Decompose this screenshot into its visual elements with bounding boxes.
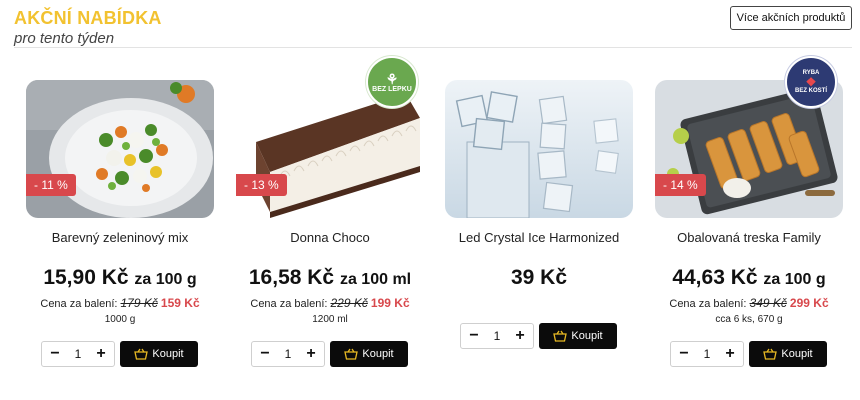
section-header: AKČNÍ NABÍDKA pro tento týden Více akční… <box>0 0 860 50</box>
product-image-ice[interactable] <box>445 80 633 218</box>
basket-icon <box>763 348 778 360</box>
product-price: 44,63 Kč za 100 g <box>655 266 843 290</box>
section-title: AKČNÍ NABÍDKA <box>14 8 162 28</box>
product-card: Led Crystal Ice Harmonized 39 Kč − 1 + K… <box>445 60 635 380</box>
quantity-stepper: − 1 + <box>251 341 325 367</box>
buy-label: Koupit <box>362 348 394 360</box>
price-value: 39 Kč <box>510 266 568 289</box>
price-value: 44,63 Kč <box>672 266 758 289</box>
product-name[interactable]: Led Crystal Ice Harmonized <box>445 230 633 245</box>
old-price: 179 Kč <box>120 296 158 310</box>
product-name[interactable]: Obalovaná treska Family <box>655 230 843 245</box>
buy-button[interactable]: Koupit <box>749 341 827 367</box>
buy-button[interactable]: Koupit <box>120 341 198 367</box>
package-price-label: Cena za balení: <box>250 298 328 310</box>
decrease-quantity-button[interactable]: − <box>48 346 62 362</box>
price-unit: za 100 g <box>134 271 197 288</box>
quantity-stepper: − 1 + <box>460 323 534 349</box>
basket-icon <box>344 348 359 360</box>
product-price: 39 Kč <box>445 266 633 290</box>
increase-quantity-button[interactable]: + <box>513 328 527 344</box>
product-name[interactable]: Donna Choco <box>236 230 424 245</box>
product-card: ⚘ BEZ LEPKU - 13 % Donna Choco 16,58 Kč … <box>236 56 426 380</box>
package-price-label: Cena za balení: <box>669 298 747 310</box>
decrease-quantity-button[interactable]: − <box>258 346 272 362</box>
buy-label: Koupit <box>781 348 813 360</box>
header-divider <box>14 47 852 48</box>
price-value: 16,58 Kč <box>248 266 335 289</box>
gluten-free-badge: ⚘ BEZ LEPKU <box>366 56 418 108</box>
package-weight: 1000 g <box>104 314 136 325</box>
product-card: - 11 % Barevný zeleninový mix 15,90 Kč z… <box>26 60 216 380</box>
price-unit: za 100 g <box>763 271 826 288</box>
discount-badge: - 13 % <box>236 174 287 196</box>
package-price-label: Cena za balení: <box>40 298 118 310</box>
badge-bottom-label: BEZ KOSTÍ <box>794 88 827 94</box>
increase-quantity-button[interactable]: + <box>94 346 108 362</box>
basket-icon <box>134 348 149 360</box>
quantity-value[interactable]: 1 <box>75 347 82 361</box>
price-unit: za 100 ml <box>339 271 412 288</box>
package-weight: cca 6 ks, 670 g <box>715 314 783 325</box>
quantity-stepper: − 1 + <box>41 341 115 367</box>
new-price: 299 Kč <box>789 296 829 310</box>
more-offers-button[interactable]: Více akčních produktů <box>730 6 852 30</box>
buy-label: Koupit <box>152 348 184 360</box>
old-price: 349 Kč <box>749 296 787 310</box>
increase-quantity-button[interactable]: + <box>723 346 737 362</box>
product-image-vegetable-mix[interactable] <box>26 80 214 218</box>
price-value: 15,90 Kč <box>43 266 129 289</box>
product-name[interactable]: Barevný zeleninový mix <box>26 230 214 245</box>
increase-quantity-button[interactable]: + <box>304 346 318 362</box>
section-subtitle: pro tento týden <box>14 30 115 47</box>
package-price: Cena za balení: 179 Kč 159 Kč <box>26 296 214 310</box>
decrease-quantity-button[interactable]: − <box>677 346 691 362</box>
discount-badge: - 11 % <box>26 174 76 196</box>
buy-label: Koupit <box>571 330 603 342</box>
package-weight: 1200 ml <box>312 314 348 325</box>
basket-icon <box>553 330 568 342</box>
quantity-value[interactable]: 1 <box>285 347 292 361</box>
buy-button[interactable]: Koupit <box>539 323 617 349</box>
buy-button[interactable]: Koupit <box>330 341 408 367</box>
new-price: 159 Kč <box>160 296 200 310</box>
fish-icon: ❖ <box>805 75 817 89</box>
gluten-free-label: BEZ LEPKU <box>372 85 412 93</box>
package-price: Cena za balení: 229 Kč 199 Kč <box>236 296 424 310</box>
boneless-fish-badge: RYBA ❖ BEZ KOSTÍ <box>785 56 837 108</box>
quantity-value[interactable]: 1 <box>704 347 711 361</box>
old-price: 229 Kč <box>330 296 368 310</box>
discount-badge: - 14 % <box>655 174 706 196</box>
quantity-value[interactable]: 1 <box>494 329 501 343</box>
package-price: Cena za balení: 349 Kč 299 Kč <box>655 296 843 310</box>
wheat-icon: ⚘ <box>385 70 399 87</box>
quantity-stepper: − 1 + <box>670 341 744 367</box>
product-price: 15,90 Kč za 100 g <box>26 266 214 290</box>
new-price: 199 Kč <box>370 296 410 310</box>
product-price: 16,58 Kč za 100 ml <box>236 266 424 290</box>
product-card: RYBA ❖ BEZ KOSTÍ - 14 % Obalovaná treska… <box>655 56 845 380</box>
decrease-quantity-button[interactable]: − <box>467 328 481 344</box>
